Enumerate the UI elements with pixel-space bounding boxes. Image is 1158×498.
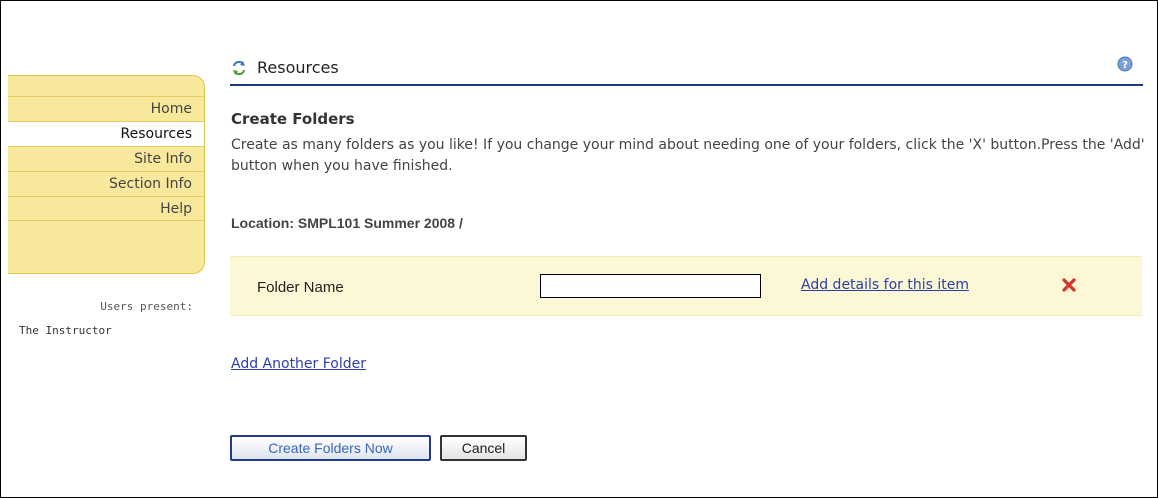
- users-present-label: Users present:: [100, 300, 193, 313]
- refresh-arrows-icon: [231, 60, 247, 76]
- folder-row: Folder Name Add details for this item: [230, 256, 1142, 316]
- add-another-folder-link[interactable]: Add Another Folder: [231, 356, 366, 372]
- nav-item-home[interactable]: Home: [8, 96, 204, 121]
- nav-item-site-info[interactable]: Site Info: [8, 146, 204, 171]
- location-path: Location: SMPL101 Summer 2008 /: [231, 215, 463, 231]
- add-details-link[interactable]: Add details for this item: [801, 277, 969, 293]
- instructions-text: Create as many folders as you like! If y…: [231, 137, 1145, 174]
- svg-text:?: ?: [1122, 60, 1128, 71]
- cancel-button[interactable]: Cancel: [440, 435, 527, 461]
- tool-menu: Home Resources Site Info Section Info He…: [8, 75, 205, 274]
- help-icon[interactable]: ?: [1117, 56, 1133, 72]
- nav-item-section-info[interactable]: Section Info: [8, 171, 204, 196]
- section-title: Create Folders: [231, 110, 355, 128]
- nav-item-help[interactable]: Help: [8, 196, 204, 221]
- user-list-item: The Instructor: [19, 324, 112, 337]
- title-divider: [230, 84, 1143, 86]
- folder-name-label: Folder Name: [257, 279, 344, 296]
- create-folders-button[interactable]: Create Folders Now: [230, 435, 431, 461]
- folder-name-input[interactable]: [540, 274, 761, 298]
- page-title: Resources: [257, 58, 339, 77]
- nav-item-resources[interactable]: Resources: [8, 121, 204, 146]
- red-x-icon[interactable]: [1062, 277, 1076, 292]
